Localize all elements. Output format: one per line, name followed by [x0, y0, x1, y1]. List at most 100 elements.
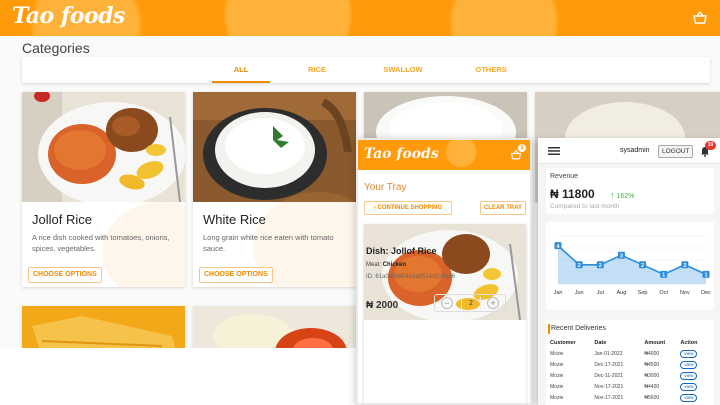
table-row: Mozie Dec-11-2021 ₦3000 view	[550, 370, 710, 381]
dish-name: Dish: Jollof Rice	[366, 246, 437, 256]
revenue-amount: ₦ 11800	[550, 187, 595, 201]
compared-text: Compared to last month	[550, 203, 620, 210]
logout-button[interactable]: LOGOUT	[658, 145, 694, 158]
site-logo[interactable]: Tao foods	[12, 3, 125, 29]
meat-value: Chicken	[382, 262, 407, 268]
view-button[interactable]: view	[680, 349, 698, 358]
chart-x-tick-label: Dec	[701, 290, 711, 296]
customer-cell: Mozie	[550, 394, 564, 401]
date-cell: Nov-17-2021	[594, 394, 624, 401]
recent-deliveries-title: Recent Deliveries	[551, 325, 606, 332]
customer-cell: Mozie	[550, 372, 564, 379]
revenue-label: Revenue	[550, 173, 579, 180]
amount-cell: ₦4000	[644, 350, 660, 357]
order-item-id: ID: 61a0b5b804e3a9514c010e66	[366, 274, 456, 280]
tab-rice[interactable]: RICE	[288, 57, 346, 83]
chart-data-label: 2	[641, 263, 644, 269]
view-button[interactable]: view	[680, 360, 698, 369]
continue-shopping-label: CONTINUE SHOPPING	[377, 205, 443, 211]
page-footer-area	[0, 348, 356, 405]
chart-data-label: 2	[683, 263, 686, 269]
table-row: Mozie Nov-17-2021 ₦4400 view	[550, 381, 710, 392]
chart-x-tick-label: Nov	[680, 290, 690, 296]
chart-data-label: 1	[704, 273, 707, 279]
column-header: Customer	[550, 340, 576, 346]
date-cell: Nov-17-2021	[594, 383, 624, 390]
chart-data-label: 2	[578, 263, 581, 269]
amount-cell: ₦4500	[644, 361, 660, 368]
chart-x-tick-label: Oct	[659, 290, 668, 296]
recent-deliveries-card: Recent Deliveries Customer Date Amount A…	[546, 320, 714, 405]
mobile-app-bar: Tao foods 1	[358, 140, 530, 170]
decrease-quantity-button[interactable]: −	[441, 297, 453, 309]
tab-swallow[interactable]: SWALLOW	[372, 57, 434, 83]
notification-badge: 10	[705, 141, 716, 150]
amount-cell: ₦3000	[644, 372, 660, 379]
view-button[interactable]: view	[680, 393, 698, 402]
menu-icon[interactable]	[548, 147, 560, 155]
revenue-card: Revenue ₦ 11800 ↑ 162% Compared to last …	[546, 168, 714, 214]
mobile-logo[interactable]: Tao foods	[364, 146, 439, 162]
card-description: Long grain white rice eaten with tomato …	[203, 233, 334, 253]
continue-shopping-button[interactable]: ‹ CONTINUE SHOPPING	[364, 201, 452, 215]
customer-cell: Mozie	[550, 383, 564, 390]
view-button[interactable]: view	[680, 371, 698, 380]
basket-icon[interactable]	[692, 10, 708, 26]
chart-x-tick-label: Jan	[554, 290, 563, 296]
column-header: Action	[680, 340, 698, 346]
meat-info: Meat: Chicken	[366, 262, 406, 268]
deliveries-table: Customer Date Amount Action Mozie Jan-01…	[550, 338, 710, 403]
chart-x-tick-label: Sep	[638, 290, 648, 296]
admin-dashboard: sysadmin LOGOUT 10 Revenue ₦ 11800 ↑ 162…	[538, 138, 720, 405]
product-card-jollof: Jollof Rice A rice dish cooked with toma…	[22, 92, 185, 287]
chart-x-tick-label: Jun	[575, 290, 584, 296]
date-cell: Dec-17-2021	[594, 361, 624, 368]
choose-options-button[interactable]: CHOOSE OPTIONS	[199, 267, 273, 283]
table-row: Mozie Nov-17-2021 ₦5600 view	[550, 392, 710, 403]
customer-cell: Mozie	[550, 361, 564, 368]
item-price: ₦ 2000	[366, 300, 399, 311]
jollof-rice-image	[22, 92, 185, 202]
tab-others[interactable]: OTHERS	[460, 57, 522, 83]
revenue-change: ↑ 162%	[610, 190, 634, 200]
tab-all[interactable]: ALL	[212, 57, 270, 83]
meat-label: Meat:	[366, 262, 382, 268]
categories-heading: Categories	[22, 40, 90, 56]
table-row: Mozie Jan-01-2022 ₦4000 view	[550, 348, 710, 359]
tray-title: Your Tray	[364, 182, 407, 193]
top-app-bar: Tao foods	[0, 0, 720, 36]
admin-header: sysadmin LOGOUT 10	[538, 138, 720, 164]
choose-options-button[interactable]: CHOOSE OPTIONS	[28, 267, 102, 283]
section-accent-bar	[548, 324, 550, 334]
product-card-white-rice: White Rice Long grain white rice eaten w…	[193, 92, 356, 287]
column-header: Date	[594, 340, 607, 346]
card-title: White Rice	[203, 212, 266, 227]
chart-data-label: 1	[662, 273, 665, 279]
quantity-stepper: − 2 +	[434, 294, 506, 312]
card-title: Jollof Rice	[32, 212, 92, 227]
view-button[interactable]: view	[680, 382, 698, 391]
chart-x-tick-label: Jul	[597, 290, 604, 296]
card-description: A rice dish cooked with tomatoes, onions…	[32, 233, 170, 253]
table-header-row: Customer Date Amount Action	[550, 338, 710, 348]
arrow-up-icon: ↑	[610, 190, 615, 200]
amount-cell: ₦5600	[644, 394, 660, 401]
mobile-tray-screen: Tao foods 1 Your Tray ‹ CONTINUE SHOPPIN…	[356, 138, 532, 405]
quantity-value[interactable]: 2	[461, 297, 481, 310]
revenue-chart-svg: 42 232121Jan Jun Jul Aug Sep Oct Nov Dec	[554, 235, 711, 296]
username: sysadmin	[620, 147, 650, 154]
chart-data-label: 2	[599, 263, 602, 269]
chart-x-tick-label: Aug	[617, 290, 627, 296]
revenue-chart: 4 2 2 3 2 1 2 1 Jan Jun Jul Aug Sep Oct Nov Dec	[546, 222, 714, 310]
revenue-change-value: 162%	[616, 193, 635, 200]
increase-quantity-button[interactable]: +	[487, 297, 499, 309]
cart-count-badge: 1	[518, 144, 526, 152]
date-cell: Jan-01-2022	[594, 350, 623, 357]
chart-data-label: 3	[620, 254, 623, 260]
clear-tray-button[interactable]: CLEAR TRAY	[480, 201, 526, 215]
customer-cell: Mozie	[550, 350, 564, 357]
category-tabs: ALL RICE SWALLOW OTHERS	[22, 57, 710, 83]
white-rice-image	[193, 92, 356, 202]
table-row: Mozie Dec-17-2021 ₦4500 view	[550, 359, 710, 370]
column-header: Amount	[644, 340, 666, 346]
